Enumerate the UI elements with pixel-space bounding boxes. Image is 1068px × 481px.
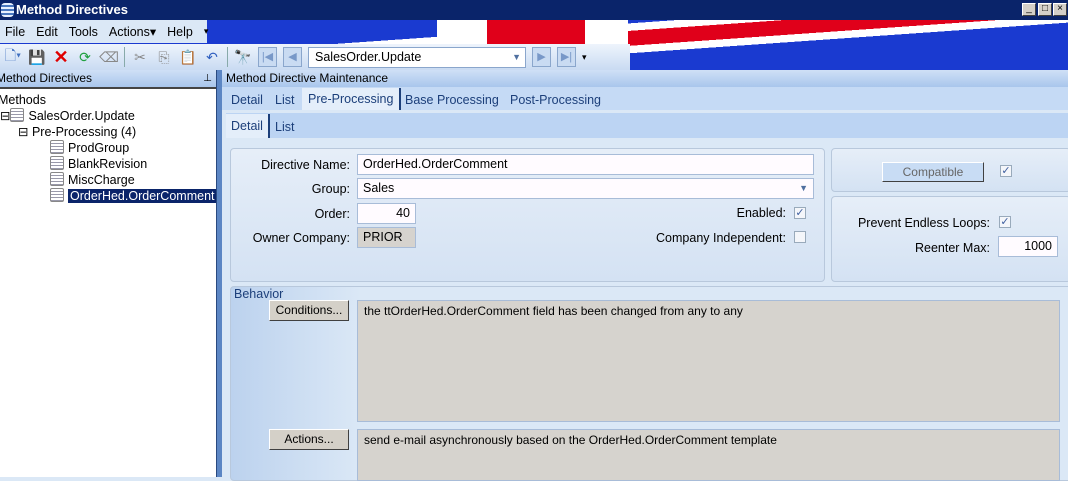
search-binoculars-icon[interactable]: 🔭 [234, 48, 252, 66]
next-record-button[interactable]: ▶ [532, 47, 551, 67]
tree-item-label: MiscCharge [68, 173, 135, 187]
enabled-checkbox[interactable]: ✓ [794, 207, 806, 219]
tree-node-label: SalesOrder.Update [28, 109, 135, 123]
right-panel-title: Method Directive Maintenance [226, 71, 389, 85]
tree-item[interactable]: MiscCharge [50, 172, 135, 188]
minimize-button[interactable]: _ [1022, 3, 1036, 16]
save-icon[interactable]: 💾 [28, 48, 46, 66]
directive-icon [50, 188, 64, 202]
tab-pre-processing[interactable]: Pre-Processing [302, 88, 402, 110]
group-select[interactable]: Sales ▼ [357, 178, 814, 199]
toolbar-overflow-icon[interactable]: ▾ [582, 52, 587, 63]
left-panel-header: Method Directives ⊥ [0, 70, 216, 87]
copy-icon[interactable]: ⎘ [155, 48, 173, 66]
tree-node-method[interactable]: ⊟ SalesOrder.Update [0, 108, 135, 124]
cut-icon[interactable]: ✂ [131, 48, 149, 66]
tree-node-group[interactable]: ⊟ Pre-Processing (4) [18, 124, 136, 140]
menu-bar: File Edit Tools Actions▾ Help ▾ [0, 20, 209, 43]
tab-list[interactable]: List [275, 93, 294, 107]
directive-icon [50, 140, 64, 154]
chevron-down-icon[interactable]: ▼ [799, 179, 808, 198]
last-record-button[interactable]: ▶| [557, 47, 576, 67]
conditions-text[interactable]: the ttOrderHed.OrderComment field has be… [357, 300, 1060, 422]
method-tree[interactable]: Methods ⊟ SalesOrder.Update ⊟ Pre-Process… [0, 87, 217, 477]
tree-item[interactable]: BlankRevision [50, 156, 147, 172]
refresh-icon[interactable]: ⟳ [76, 48, 94, 66]
app-icon [1, 3, 14, 17]
behavior-title: Behavior [234, 287, 284, 301]
reenter-max-label: Reenter Max: [914, 241, 990, 255]
subtab-detail[interactable]: Detail [226, 114, 270, 138]
first-record-button[interactable]: |◀ [258, 47, 277, 67]
tree-item-selected[interactable]: OrderHed.OrderComment [50, 188, 217, 204]
menu-help[interactable]: Help [167, 25, 193, 39]
menu-edit[interactable]: Edit [36, 25, 58, 39]
owner-company-field: PRIOR [357, 227, 416, 248]
method-icon [10, 108, 25, 122]
directive-icon [50, 172, 64, 186]
record-search-combo[interactable]: SalesOrder.Update ▼ [308, 46, 526, 68]
tab-bar: Detail List Pre-Processing Base Processi… [222, 87, 1068, 110]
collapse-icon[interactable]: ⊟ [18, 125, 32, 139]
compatible-checkbox[interactable]: ✓ [1000, 165, 1012, 177]
menu-actions[interactable]: Actions▾ [109, 24, 156, 39]
tree-item-label: ProdGroup [68, 141, 130, 155]
menu-overflow-icon[interactable]: ▾ [204, 26, 209, 37]
actions-button[interactable]: Actions... [269, 429, 349, 450]
group-value: Sales [363, 181, 395, 195]
tree-item[interactable]: ProdGroup [50, 140, 129, 156]
clear-icon[interactable]: ⌫ [99, 48, 119, 66]
tab-post-processing[interactable]: Post-Processing [510, 93, 601, 107]
window-title: Method Directives [16, 2, 128, 17]
directive-name-field[interactable]: OrderHed.OrderComment [357, 154, 814, 175]
prevent-loops-checkbox[interactable]: ✓ [999, 216, 1011, 228]
collapse-icon[interactable]: ⊟ [0, 109, 10, 123]
right-panel-header: Method Directive Maintenance [222, 70, 1068, 87]
menu-tools[interactable]: Tools [69, 25, 98, 39]
undo-icon[interactable]: ↶ [203, 48, 221, 66]
tree-root[interactable]: Methods [0, 92, 46, 108]
order-label: Order: [314, 207, 350, 221]
subtab-bar: Detail List [226, 113, 1068, 138]
tab-detail[interactable]: Detail [231, 93, 263, 107]
tree-node-label: Pre-Processing (4) [31, 125, 137, 139]
tree-item-label: BlankRevision [68, 157, 148, 171]
company-independent-checkbox[interactable] [794, 231, 806, 243]
left-panel-title: Method Directives [0, 71, 93, 85]
tab-base-processing[interactable]: Base Processing [405, 93, 499, 107]
conditions-button[interactable]: Conditions... [269, 300, 349, 321]
prevent-loops-label: Prevent Endless Loops: [857, 216, 990, 230]
tree-item-label: OrderHed.OrderComment [68, 189, 217, 203]
order-field[interactable]: 40 [357, 203, 416, 224]
subtab-list[interactable]: List [275, 120, 294, 134]
record-search-value: SalesOrder.Update [315, 49, 422, 64]
previous-record-button[interactable]: ◀ [283, 47, 302, 67]
owner-company-label: Owner Company: [252, 231, 350, 245]
actions-text[interactable]: send e-mail asynchronously based on the … [357, 429, 1060, 481]
pin-icon[interactable]: ⊥ [203, 70, 212, 87]
directive-name-label: Directive Name: [261, 158, 350, 172]
delete-icon[interactable]: ✕ [52, 47, 70, 67]
toolbar-separator [124, 47, 125, 67]
chevron-down-icon[interactable]: ▼ [512, 48, 521, 67]
close-button[interactable]: × [1053, 3, 1067, 16]
title-bar: Method Directives [0, 0, 1068, 20]
reenter-max-field[interactable]: 1000 [998, 236, 1058, 257]
maximize-button[interactable]: □ [1038, 3, 1052, 16]
directive-icon [50, 156, 64, 170]
toolbar: 🗋▾ 💾 ✕ ⟳ ⌫ ✂ ⎘ 📋 ↶ 🔭 |◀ ◀ SalesOrder.Upd… [0, 44, 630, 70]
company-independent-label: Company Independent: [656, 231, 786, 245]
new-icon[interactable]: 🗋▾ [4, 47, 22, 66]
enabled-label: Enabled: [736, 206, 786, 220]
paste-icon[interactable]: 📋 [179, 48, 197, 66]
toolbar-separator [227, 47, 228, 67]
menu-file[interactable]: File [5, 25, 25, 39]
compatible-button[interactable]: Compatible [882, 162, 984, 182]
group-label: Group: [311, 182, 350, 196]
